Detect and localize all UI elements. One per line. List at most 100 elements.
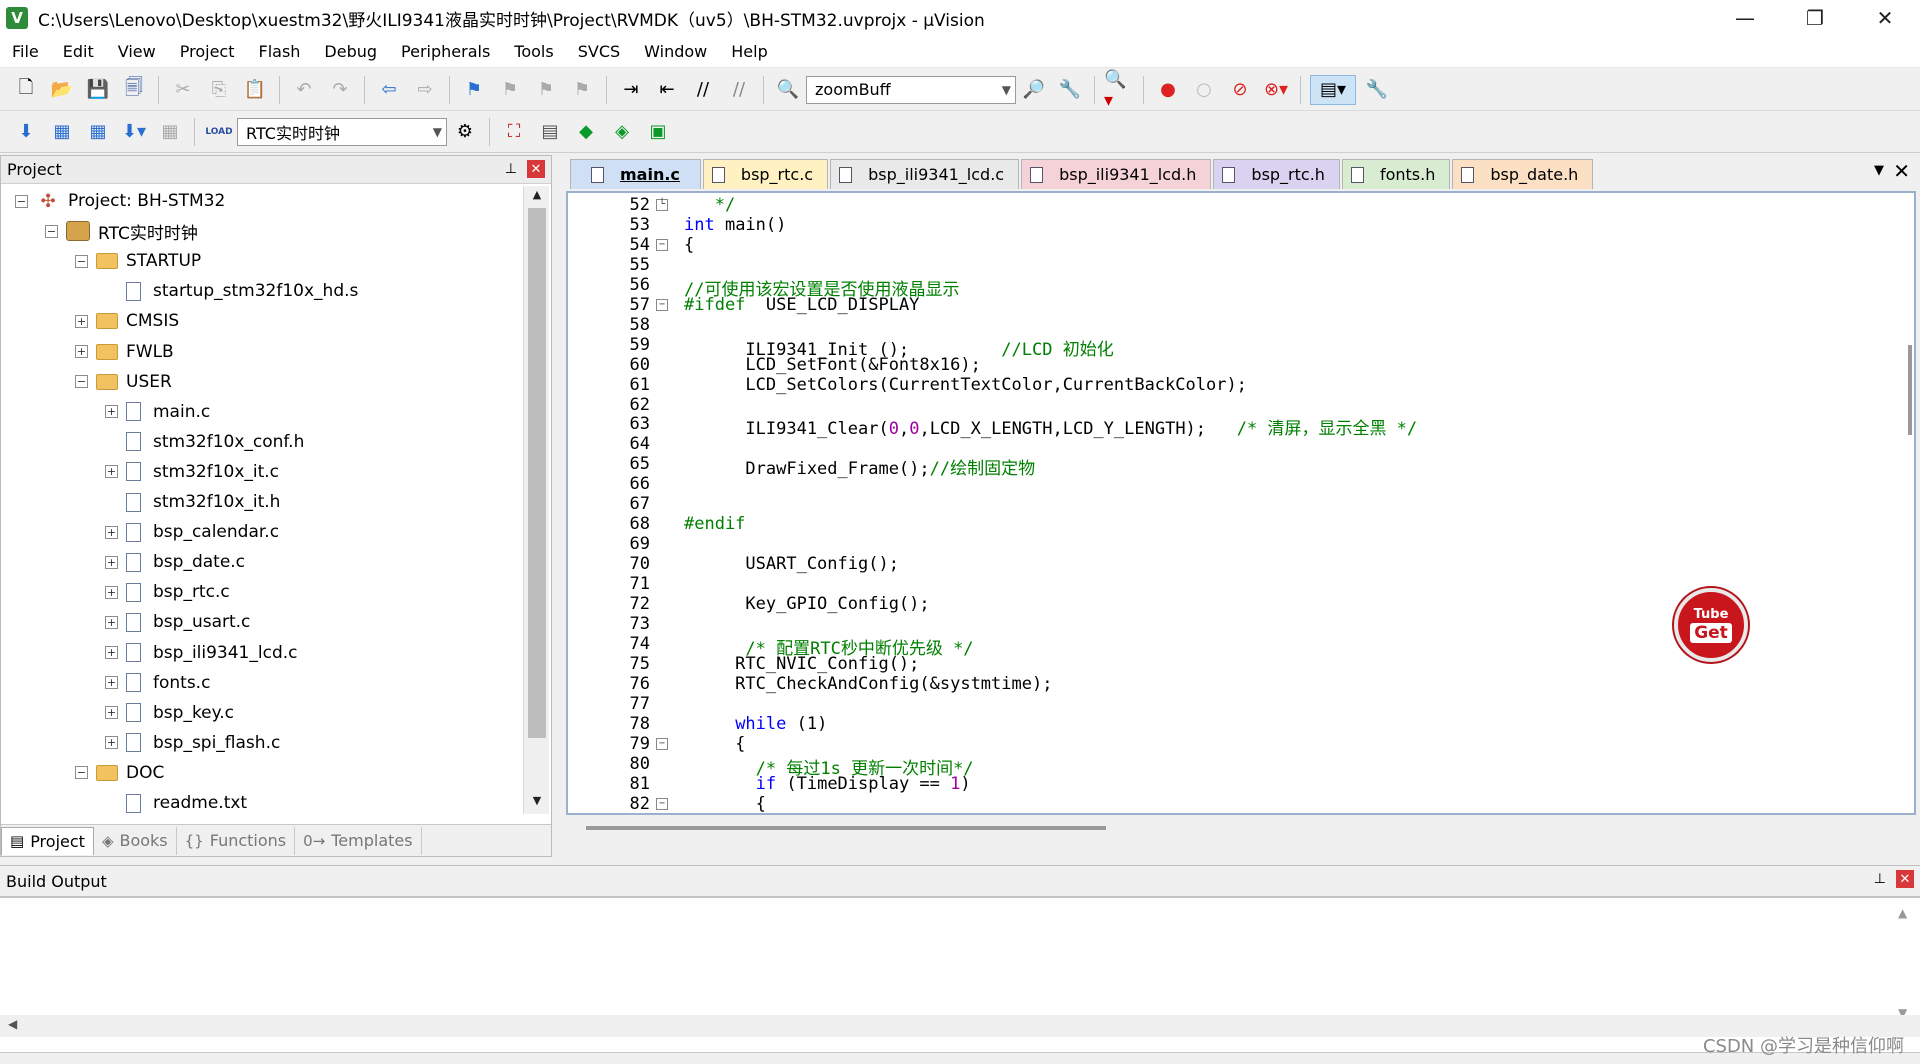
incremental-find-icon[interactable]: 🔎 <box>1019 75 1049 105</box>
editor-tab[interactable]: bsp_ili9341_lcd.c <box>830 159 1020 189</box>
code-line[interactable]: 77 <box>568 694 1914 714</box>
tree-item[interactable]: + FWLB <box>75 337 174 367</box>
window-layout-icon[interactable]: ▤▾ <box>1310 74 1356 105</box>
code-line[interactable]: 53 int main() <box>568 215 1914 235</box>
scrollbar-thumb[interactable] <box>586 826 1106 830</box>
code-line[interactable]: 68 #endif <box>568 514 1914 534</box>
code-line[interactable]: 56//可使用该宏设置是否使用液晶显示 <box>568 275 1914 300</box>
code-line[interactable]: 65 DrawFixed_Frame();//绘制固定物 <box>568 454 1914 479</box>
tree-item[interactable]: − USER <box>75 367 172 397</box>
tree-item[interactable]: readme.txt <box>105 788 247 814</box>
menu-view[interactable]: View <box>106 42 168 61</box>
tree-item[interactable]: startup_stm32f10x_hd.s <box>105 276 358 306</box>
options-for-target-icon[interactable]: ⚙ <box>450 117 480 147</box>
undo-icon[interactable]: ↶ <box>289 75 319 105</box>
new-file-icon[interactable]: 🗋 <box>11 75 41 105</box>
close-button[interactable]: ✕ <box>1850 0 1920 36</box>
tree-item[interactable]: + stm32f10x_it.c <box>105 457 279 487</box>
expand-icon[interactable]: + <box>105 585 118 599</box>
breakpoint-disable-all-icon[interactable]: ⊘ <box>1225 75 1255 105</box>
collapse-icon[interactable]: − <box>75 254 88 268</box>
tree-item[interactable]: stm32f10x_it.h <box>105 487 280 517</box>
menu-debug[interactable]: Debug <box>312 42 389 61</box>
scroll-up-icon[interactable]: ▲ <box>528 188 546 206</box>
fold-collapse-icon[interactable]: − <box>656 298 668 311</box>
menu-tools[interactable]: Tools <box>502 42 565 61</box>
menu-peripherals[interactable]: Peripherals <box>389 42 502 61</box>
collapse-icon[interactable]: − <box>75 375 88 389</box>
project-scrollbar[interactable]: ▲ ▼ <box>523 186 549 814</box>
tree-item[interactable]: + bsp_usart.c <box>105 607 250 637</box>
expand-icon[interactable]: + <box>75 345 88 358</box>
pin-icon[interactable]: ⊥ <box>505 161 517 177</box>
navigate-back-icon[interactable]: ⇦ <box>374 75 404 105</box>
panel-tab-templates[interactable]: 0→ Templates <box>295 826 422 855</box>
code-line[interactable]: 82− { <box>568 794 1914 814</box>
close-icon[interactable]: ✕ <box>1896 870 1914 888</box>
tree-item[interactable]: − DOC <box>75 758 164 788</box>
configure-icon[interactable]: 🔧 <box>1362 75 1392 105</box>
batch-build-icon[interactable]: ⬇▾ <box>119 117 149 147</box>
pin-icon[interactable]: ⊥ <box>1874 871 1886 887</box>
code-line[interactable]: 52 └ */ <box>568 195 1914 215</box>
menu-edit[interactable]: Edit <box>51 42 106 61</box>
save-icon[interactable]: 💾 <box>83 75 113 105</box>
open-file-icon[interactable]: 📂 <box>47 75 77 105</box>
code-line[interactable]: 76 RTC_CheckAndConfig(&systmtime); <box>568 674 1914 694</box>
copy-icon[interactable]: ⎘ <box>204 75 234 105</box>
editor-tab[interactable]: bsp_rtc.h <box>1213 159 1340 189</box>
find-in-files-icon[interactable]: 🔍 <box>773 75 803 105</box>
expand-icon[interactable]: + <box>105 405 118 419</box>
collapse-icon[interactable]: − <box>75 766 88 780</box>
rebuild-icon[interactable]: ▦ <box>83 117 113 147</box>
manage-project-items-icon[interactable]: ⛶ <box>499 117 529 147</box>
tree-item[interactable]: + bsp_key.c <box>105 698 234 728</box>
navigate-forward-icon[interactable]: ⇨ <box>410 75 440 105</box>
tree-item[interactable]: + main.c <box>105 397 210 427</box>
build-output-scrollbar[interactable]: ▲ ▼ <box>1894 902 1916 1020</box>
expand-icon[interactable]: + <box>105 555 118 569</box>
close-tab-icon[interactable]: ✕ <box>1893 159 1910 183</box>
indent-icon[interactable]: ⇥ <box>616 75 646 105</box>
close-icon[interactable]: ✕ <box>527 160 545 178</box>
manage-rte-icon[interactable]: ◆ <box>571 117 601 147</box>
expand-icon[interactable]: + <box>105 706 118 720</box>
tree-item[interactable]: + bsp_rtc.c <box>105 577 230 607</box>
find-tools-icon[interactable]: 🔧 <box>1055 75 1085 105</box>
uncomment-icon[interactable]: // <box>724 75 754 105</box>
fold-collapse-icon[interactable]: − <box>656 797 668 810</box>
editor-tab[interactable]: bsp_ili9341_lcd.h <box>1021 159 1212 189</box>
breakpoint-insert-icon[interactable]: ● <box>1153 75 1183 105</box>
code-line[interactable]: 80 /* 每过1s 更新一次时间*/ <box>568 754 1914 779</box>
menu-window[interactable]: Window <box>632 42 719 61</box>
code-line[interactable]: 64 <box>568 434 1914 454</box>
tab-list-dropdown-icon[interactable]: ▼ <box>1874 163 1884 178</box>
panel-tab-functions[interactable]: {} Functions <box>177 826 296 855</box>
menu-file[interactable]: File <box>0 42 51 61</box>
menu-project[interactable]: Project <box>168 42 247 61</box>
tree-item[interactable]: − STARTUP <box>75 246 201 276</box>
software-packs-icon[interactable]: ▣ <box>643 117 673 147</box>
panel-tab-books[interactable]: ◈ Books <box>94 826 177 855</box>
code-line[interactable]: 63 ILI9341_Clear(0,0,LCD_X_LENGTH,LCD_Y_… <box>568 414 1914 439</box>
comment-icon[interactable]: // <box>688 75 718 105</box>
expand-icon[interactable]: + <box>105 525 118 539</box>
find-combo[interactable]: zoomBuff ▼ <box>806 75 1016 104</box>
breakpoint-kill-all-icon[interactable]: ⊗▾ <box>1261 75 1291 105</box>
code-line[interactable]: 67 <box>568 494 1914 514</box>
pack-installer-icon[interactable]: ◈ <box>607 117 637 147</box>
code-horizontal-scrollbar[interactable] <box>584 822 1912 836</box>
expand-icon[interactable]: + <box>105 676 118 690</box>
tree-item[interactable]: − ✣ Project: BH-STM32 <box>15 186 225 216</box>
bookmark-toggle-icon[interactable]: ⚑ <box>459 75 489 105</box>
menu-svcs[interactable]: SVCS <box>566 42 632 61</box>
build-icon[interactable]: ▦ <box>47 117 77 147</box>
expand-icon[interactable]: + <box>75 314 88 328</box>
code-line[interactable]: 62 <box>568 395 1914 415</box>
download-load-button[interactable]: LOAD <box>204 117 234 147</box>
tree-item[interactable]: + bsp_ili9341_lcd.c <box>105 638 297 668</box>
tree-item[interactable]: + bsp_calendar.c <box>105 517 279 547</box>
editor-tab[interactable]: main.c <box>570 159 701 189</box>
editor-tab[interactable]: bsp_rtc.c <box>702 159 829 189</box>
code-line[interactable]: 69 <box>568 534 1914 554</box>
